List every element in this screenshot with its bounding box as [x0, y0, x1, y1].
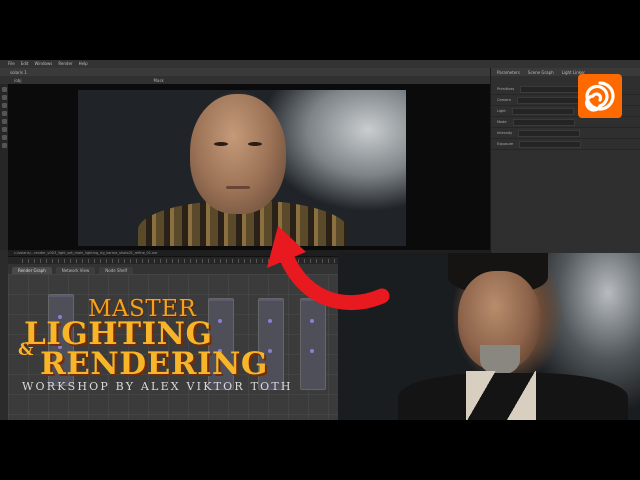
viewport[interactable] — [8, 84, 490, 250]
letterbox-top — [0, 0, 640, 60]
menu-windows[interactable]: Windows — [34, 60, 52, 68]
param-label: Exposure — [497, 142, 514, 146]
letterbox-bottom — [0, 420, 640, 480]
title-ampersand: & — [18, 340, 34, 360]
path-field[interactable]: /obj — [14, 78, 21, 83]
viewer-toolbar: /obj Mask — [0, 76, 490, 84]
param-field[interactable] — [511, 107, 574, 115]
tab-node-shelf[interactable]: Node Shelf — [99, 267, 134, 274]
menu-file[interactable]: File — [8, 60, 15, 68]
snap-tool-icon[interactable] — [1, 143, 7, 148]
param-field[interactable] — [518, 129, 581, 137]
param-field[interactable] — [512, 118, 575, 126]
houdini-logo-icon — [578, 74, 622, 118]
desktop-tabs: solaris 1 — [0, 68, 490, 76]
param-label: Mode — [497, 120, 507, 124]
swirl-icon — [585, 81, 615, 112]
tab-network-view[interactable]: Network View — [55, 267, 96, 274]
workshop-title: MASTER LIGHTING & RENDERING WORKSHOP BY … — [18, 296, 348, 400]
parameter-row: Mode — [491, 117, 640, 128]
mouth — [226, 186, 250, 189]
param-field[interactable] — [520, 85, 583, 93]
rotate-tool-icon[interactable] — [1, 103, 7, 108]
render-preview-image — [78, 90, 406, 246]
mask-dropdown[interactable]: Mask — [153, 78, 163, 83]
left-eye — [214, 142, 228, 146]
tab-parameters[interactable]: Parameters — [497, 70, 520, 75]
tab-scene-graph[interactable]: Scene Graph — [528, 70, 554, 75]
title-subtitle: WORKSHOP BY ALEX VIKTOR TOTH — [22, 380, 293, 393]
menu-render[interactable]: Render — [58, 60, 72, 68]
param-label: Camera — [497, 98, 511, 102]
desktop-tab[interactable]: solaris 1 — [10, 70, 27, 75]
param-field[interactable] — [519, 140, 582, 148]
timeline-ticks — [22, 259, 390, 263]
menu-bar: File Edit Windows Render Help — [0, 60, 640, 68]
light-tool-icon[interactable] — [1, 119, 7, 124]
param-field[interactable] — [516, 96, 579, 104]
camera-tool-icon[interactable] — [1, 127, 7, 132]
reference-photo — [338, 253, 640, 420]
select-tool-icon[interactable] — [1, 87, 7, 92]
param-label: Primitives — [497, 87, 515, 91]
menu-edit[interactable]: Edit — [21, 60, 29, 68]
view-tool-icon[interactable] — [1, 135, 7, 140]
parameter-row: Intensity — [491, 128, 640, 139]
collar — [466, 371, 536, 420]
parameter-row: Exposure — [491, 139, 640, 150]
move-tool-icon[interactable] — [1, 95, 7, 100]
param-label: Intensity — [497, 131, 513, 135]
cg-head — [190, 94, 286, 214]
title-rendering: RENDERING — [40, 346, 268, 382]
menu-help[interactable]: Help — [79, 60, 88, 68]
param-label: Light — [497, 109, 506, 113]
right-eye — [248, 142, 262, 146]
tab-render-graph[interactable]: Render Graph — [12, 267, 52, 274]
scale-tool-icon[interactable] — [1, 111, 7, 116]
